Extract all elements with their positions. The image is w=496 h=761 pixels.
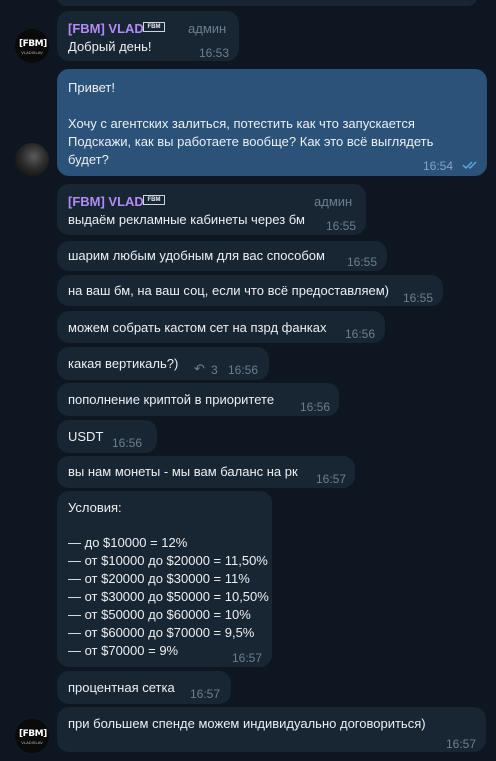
avatar-logo: [FBM] [19, 729, 47, 739]
condition-line: — от $50000 до $60000 = 10% [68, 607, 251, 622]
avatar-sub: VLADISLAV [21, 740, 43, 745]
sender-role: админ [314, 194, 353, 209]
message-bubble[interactable]: вы нам монеты - мы вам баланс на рк 16:5… [57, 456, 355, 488]
reply-icon[interactable]: ↶ [194, 360, 205, 378]
message-time: 16:56 [345, 327, 376, 341]
message-line-4: будет? [68, 152, 109, 167]
reply-count[interactable]: 3 [211, 361, 218, 379]
message-text: на ваш бм, на ваш соц, если что всё пред… [68, 283, 389, 298]
message-bubble[interactable]: шарим любым удобным для вас способом 16:… [57, 241, 387, 271]
sender-role: админ [188, 21, 227, 36]
sender-name[interactable]: [FBM] VLAD [68, 193, 144, 211]
outgoing-message-bubble[interactable]: Привет! Хочу с агентских залиться, потес… [57, 69, 487, 176]
conditions-message-bubble[interactable]: Условия: — до $10000 = 12% — от $10000 д… [57, 491, 272, 667]
message-line-1: Привет! [68, 80, 115, 95]
message-text: вы нам монеты - мы вам баланс на рк [68, 464, 298, 479]
partial-message[interactable] [57, 0, 477, 6]
avatar-logo: [FBM] [19, 39, 47, 49]
message-bubble[interactable]: можем собрать кастом сет на пзрд фанках … [57, 311, 385, 343]
message-time: 16:55 [403, 291, 434, 305]
message-time: 16:55 [326, 219, 357, 233]
message-line-3: Подскажи, как вы работаете вообще? Как э… [68, 134, 434, 149]
message-text: при большем спенде можем индивидуально д… [68, 716, 426, 731]
message-bubble[interactable]: на ваш бм, на ваш соц, если что всё пред… [57, 275, 443, 306]
sender-avatar[interactable]: [FBM] VLADISLAV [15, 29, 49, 63]
message-text: шарим любым удобным для вас способом [68, 248, 325, 263]
conditions-title: Условия: [68, 500, 122, 515]
message-time: 16:56 [112, 436, 143, 450]
message-text: выдаём рекламные кабинеты через бм [68, 212, 305, 227]
message-bubble[interactable]: пополнение криптой в приоритете 16:56 [57, 383, 339, 416]
message-text: какая вертикаль?) [68, 356, 179, 371]
message-text: можем собрать кастом сет на пзрд фанках [68, 320, 327, 335]
condition-line: — от $70000 = 9% [68, 643, 179, 658]
condition-line: — до $10000 = 12% [68, 535, 188, 550]
message-bubble[interactable]: [FBM] VLAD FBM админ выдаём рекламные ка… [57, 184, 366, 235]
sender-name[interactable]: [FBM] VLAD [68, 20, 144, 38]
condition-line: — от $10000 до $20000 = 11,50% [68, 553, 268, 568]
message-bubble[interactable]: при большем спенде можем индивидуально д… [57, 707, 486, 752]
fbm-badge-icon: FBM [143, 22, 165, 32]
condition-line: — от $30000 до $50000 = 10,50% [68, 589, 269, 604]
avatar-sub: VLADISLAV [21, 50, 43, 55]
message-bubble[interactable]: [FBM] VLAD FBM админ Добрый день! 16:53 [57, 11, 239, 61]
condition-line: — от $60000 до $70000 = 9,5% [68, 625, 255, 640]
message-line-2: Хочу с агентских залиться, потестить как… [68, 116, 415, 131]
message-time: 16:57 [316, 472, 347, 486]
message-time: 16:55 [347, 255, 378, 269]
message-time: 16:54 [423, 159, 454, 173]
fbm-badge-icon: FBM [143, 195, 165, 205]
message-bubble[interactable]: USDT 16:56 [57, 420, 157, 453]
message-bubble[interactable]: какая вертикаль?) ↶ 3 16:56 [57, 347, 269, 380]
double-check-icon [462, 161, 477, 169]
message-time: 16:56 [300, 400, 331, 414]
message-text: процентная сетка [68, 680, 175, 695]
message-time: 16:57 [446, 737, 477, 751]
message-time: 16:56 [228, 363, 259, 377]
message-time: 16:57 [190, 687, 221, 701]
message-time: 16:57 [232, 651, 263, 665]
message-text: USDT [68, 429, 104, 444]
message-text: Добрый день! [68, 39, 152, 54]
user-avatar[interactable] [15, 143, 49, 177]
message-text: пополнение криптой в приоритете [68, 392, 275, 407]
message-bubble[interactable]: процентная сетка 16:57 [57, 671, 231, 704]
sender-avatar[interactable]: [FBM] VLADISLAV [15, 719, 49, 753]
condition-line: — от $20000 до $30000 = 11% [68, 571, 250, 586]
message-time: 16:53 [199, 46, 230, 60]
